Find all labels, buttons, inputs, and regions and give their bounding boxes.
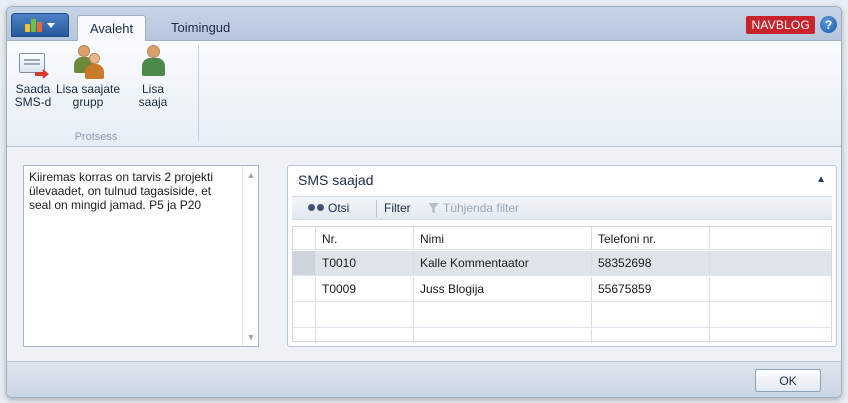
tab-toimingud[interactable]: Toimingud <box>159 15 242 41</box>
table-row[interactable]: T0010 Kalle Kommentaator 58352698 <box>293 251 831 276</box>
row-selector[interactable] <box>293 303 315 327</box>
message-text: Kiiremas korras on tarvis 2 projekti üle… <box>29 170 214 212</box>
scroll-up-icon[interactable]: ▲ <box>246 170 256 180</box>
cell-phone[interactable]: 55675859 <box>591 277 709 301</box>
cell-phone[interactable]: 58352698 <box>591 251 709 275</box>
cell-empty <box>709 303 833 327</box>
cell-empty <box>709 277 833 301</box>
clear-filter-icon <box>428 202 439 214</box>
row-selector-header <box>293 227 315 249</box>
cell-name[interactable]: Kalle Kommentaator <box>413 251 591 275</box>
message-scrollbar[interactable]: ▲ ▼ <box>242 166 258 346</box>
add-recipient-group-label: Lisa saajate grupp <box>55 82 121 109</box>
toolbar-divider <box>376 200 377 217</box>
clear-filter-label: Tühjenda filter <box>443 201 520 215</box>
ribbon-tab-strip: Avaleht Toimingud NAVBLOG ? <box>7 7 841 42</box>
panel-title: SMS saajad <box>298 172 374 188</box>
ribbon-body: Saada SMS-d Lisa saajate grupp Lisa saaj… <box>7 41 841 147</box>
message-textbox[interactable]: Kiiremas korras on tarvis 2 projekti üle… <box>23 165 259 347</box>
help-icon[interactable]: ? <box>820 16 837 33</box>
add-recipient-button[interactable]: Lisa saaja <box>125 45 181 109</box>
cell-name[interactable] <box>413 303 591 327</box>
app-logo-icon <box>25 18 43 32</box>
row-selector[interactable] <box>293 251 315 275</box>
panel-toolbar: Otsi Filter Tühjenda filter <box>292 196 832 220</box>
column-header-phone[interactable]: Telefoni nr. <box>591 227 709 249</box>
ok-button[interactable]: OK <box>755 369 821 392</box>
user-group-icon <box>71 45 105 79</box>
user-icon <box>138 45 168 79</box>
find-button[interactable]: Otsi <box>308 201 349 215</box>
cell-nr[interactable]: T0010 <box>315 251 413 275</box>
navblog-badge: NAVBLOG <box>746 16 815 34</box>
send-sms-label: Saada SMS-d <box>14 82 52 109</box>
table-header-row: Nr. Nimi Telefoni nr. <box>293 227 831 250</box>
cell-nr[interactable]: T0009 <box>315 277 413 301</box>
cell-empty <box>709 251 833 275</box>
binoculars-icon <box>308 204 324 212</box>
column-header-empty <box>709 227 833 249</box>
ribbon-group-process: Saada SMS-d Lisa saajate grupp Lisa saaj… <box>11 45 199 143</box>
tab-avaleht[interactable]: Avaleht <box>77 15 147 42</box>
cell-phone[interactable] <box>591 303 709 327</box>
sms-recipients-panel: SMS saajad ▲ Otsi Filter Tühjenda filter… <box>287 165 837 347</box>
sms-dialog-window: Avaleht Toimingud NAVBLOG ? Saada SMS-d <box>6 6 842 398</box>
column-header-nr[interactable]: Nr. <box>315 227 413 249</box>
app-menu-button[interactable] <box>11 13 69 37</box>
table-row[interactable]: T0009 Juss Blogija 55675859 <box>293 277 831 302</box>
column-header-name[interactable]: Nimi <box>413 227 591 249</box>
scroll-down-icon[interactable]: ▼ <box>246 332 256 342</box>
group-label-process: Protsess <box>74 131 118 143</box>
clear-filter-button[interactable]: Tühjenda filter <box>428 201 519 215</box>
dialog-footer: OK <box>7 361 841 397</box>
send-sms-icon <box>17 51 49 79</box>
panel-header: SMS saajad ▲ <box>288 166 836 194</box>
chevron-down-icon <box>47 22 55 28</box>
filter-button[interactable]: Filter <box>384 201 411 215</box>
send-sms-button[interactable]: Saada SMS-d <box>13 45 53 109</box>
filter-label: Filter <box>384 201 411 215</box>
table-row-empty <box>293 329 831 343</box>
collapse-icon[interactable]: ▲ <box>816 174 826 185</box>
find-label: Otsi <box>328 201 350 215</box>
cell-nr[interactable] <box>315 303 413 327</box>
cell-name[interactable]: Juss Blogija <box>413 277 591 301</box>
add-recipient-group-button[interactable]: Lisa saajate grupp <box>55 45 121 109</box>
recipients-table: Nr. Nimi Telefoni nr. T0010 Kalle Kommen… <box>292 226 832 343</box>
table-row-empty[interactable] <box>293 303 831 328</box>
row-selector[interactable] <box>293 277 315 301</box>
add-recipient-label: Lisa saaja <box>138 82 168 109</box>
